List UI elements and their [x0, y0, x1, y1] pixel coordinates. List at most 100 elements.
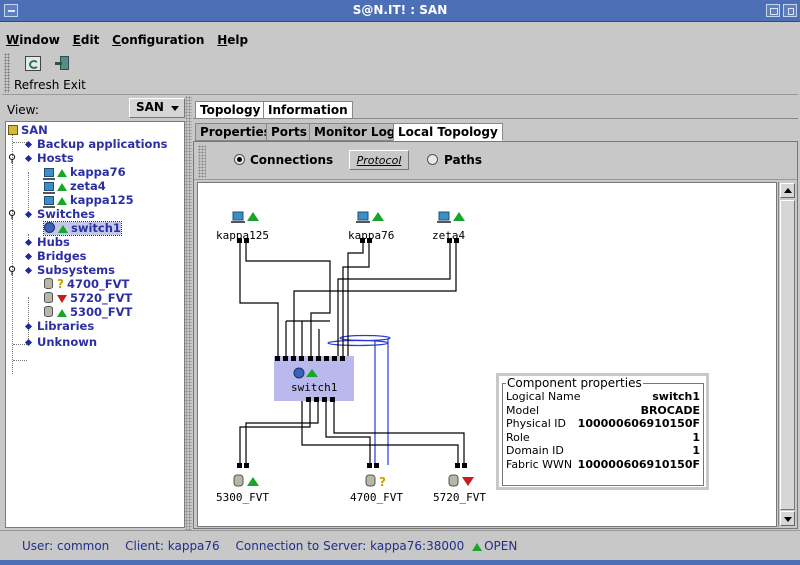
bullet-icon: [24, 238, 33, 247]
tab-information[interactable]: Information: [263, 101, 353, 119]
tree-item-unknown[interactable]: Unknown: [24, 336, 97, 349]
status-client: kappa76: [167, 539, 220, 553]
component-tree[interactable]: SAN Backup applications ⚲ Hosts kappa76 …: [5, 121, 185, 528]
split-pane-divider[interactable]: [185, 96, 192, 530]
view-mode-bar: Connections Protocol Paths: [194, 142, 797, 180]
tree-item-subsystems[interactable]: Subsystems: [24, 264, 115, 277]
topology-switch-label[interactable]: switch1: [291, 381, 337, 394]
tree-item-backup-applications[interactable]: Backup applications: [24, 138, 167, 151]
topology-host-label[interactable]: zeta4: [432, 229, 465, 242]
switch-node-box[interactable]: [274, 356, 354, 401]
connection-status-icon: [472, 543, 483, 551]
storage-icon: [44, 306, 53, 317]
tree-host-item[interactable]: kappa76: [43, 166, 126, 180]
tree-item-libraries[interactable]: Libraries: [24, 320, 94, 333]
toolbar-grip[interactable]: [4, 53, 10, 93]
tree-subsystem-item[interactable]: 5720_FVT: [44, 292, 132, 305]
status-up-icon: [57, 197, 67, 205]
paths-label[interactable]: Paths: [444, 153, 482, 167]
connections-label[interactable]: Connections: [250, 153, 333, 167]
view-select-value: SAN: [136, 100, 164, 114]
connections-radio[interactable]: [234, 154, 245, 165]
storage-icon: [44, 278, 53, 289]
scroll-up-icon[interactable]: [780, 183, 795, 198]
topology-host-label[interactable]: kappa125: [216, 229, 269, 242]
status-up-icon: [57, 309, 67, 317]
status-server-label: Connection to Server:: [235, 539, 367, 553]
topology-subsystem-label[interactable]: 5300_FVT: [216, 491, 269, 504]
topology-host-label[interactable]: kappa76: [348, 229, 394, 242]
tree-item-switches[interactable]: Switches: [24, 208, 95, 221]
expand-switches-icon[interactable]: ⚲: [8, 208, 16, 221]
tab-local-topology[interactable]: Local Topology: [393, 123, 503, 141]
status-user-label: User:: [22, 539, 54, 553]
tab-monitor-log[interactable]: Monitor Log: [309, 123, 401, 141]
scroll-thumb[interactable]: [780, 200, 795, 510]
component-properties-title: Component properties: [507, 376, 642, 390]
menu-edit[interactable]: Edit: [73, 33, 100, 47]
scroll-down-icon[interactable]: [780, 511, 795, 526]
menu-window[interactable]: Window: [6, 33, 60, 47]
status-unknown-icon: ?: [57, 277, 64, 291]
property-row: Physical ID 100000606910150F: [506, 417, 700, 430]
property-row: Model BROCADE: [506, 403, 700, 417]
title-bar: S@N.IT! : SAN: [0, 0, 800, 22]
expand-subsystems-icon[interactable]: ⚲: [8, 264, 16, 277]
left-panel: View: SAN SAN Backup applications ⚲ Host…: [5, 98, 185, 528]
tab-ports[interactable]: Ports: [266, 123, 312, 141]
menu-help[interactable]: Help: [217, 33, 248, 47]
bullet-icon: [24, 322, 33, 331]
view-label: View:: [7, 103, 39, 117]
status-server: kappa76:38000: [370, 539, 465, 553]
subsystem-node-icons[interactable]: ?: [233, 474, 474, 489]
tree-root[interactable]: SAN: [8, 124, 48, 137]
status-user: common: [57, 539, 110, 553]
status-up-icon: [57, 183, 67, 191]
close-icon[interactable]: [783, 4, 797, 17]
property-row: Fabric WWN 100000606910150F: [506, 457, 700, 471]
vertical-scrollbar[interactable]: [778, 182, 795, 527]
storage-icon: [44, 292, 53, 303]
local-topology-panel: Connections Protocol Paths ? kappa125 ka…: [193, 141, 798, 529]
san-icon: [8, 125, 18, 135]
window-title: S@N.IT! : SAN: [352, 3, 448, 17]
connection-links: [239, 241, 465, 465]
host-icon: [43, 168, 55, 180]
tree-subsystem-item[interactable]: 5300_FVT: [44, 306, 132, 319]
bullet-icon: [24, 210, 33, 219]
tree-item-hubs[interactable]: Hubs: [24, 236, 70, 249]
radio-bar-grip[interactable]: [198, 145, 206, 178]
property-row: Logical Name switch1: [506, 390, 700, 403]
protocol-button[interactable]: Protocol: [349, 150, 409, 170]
expand-hosts-icon[interactable]: ⚲: [8, 152, 16, 165]
status-state: OPEN: [484, 539, 518, 553]
maximize-icon[interactable]: [766, 4, 780, 17]
tab-topology[interactable]: Topology: [195, 101, 266, 119]
tree-subsystem-item[interactable]: ? 4700_FVT: [44, 278, 129, 291]
tree-item-hosts[interactable]: Hosts: [24, 152, 74, 165]
status-up-icon: [58, 225, 68, 233]
topology-canvas[interactable]: ? kappa125 kappa76 zeta4 switch1 5300_FV…: [197, 182, 777, 527]
paths-radio[interactable]: [427, 154, 438, 165]
bullet-icon: [24, 140, 33, 149]
tree-item-bridges[interactable]: Bridges: [24, 250, 87, 263]
host-icon: [43, 196, 55, 208]
refresh-icon[interactable]: [25, 56, 41, 71]
exit-button[interactable]: Exit: [63, 78, 86, 92]
topology-subsystem-label[interactable]: 4700_FVT: [350, 491, 403, 504]
tab-properties[interactable]: Properties: [195, 123, 276, 141]
topology-subsystem-label[interactable]: 5720_FVT: [433, 491, 486, 504]
chevron-down-icon: [171, 106, 179, 111]
tree-host-item[interactable]: kappa125: [43, 194, 134, 208]
exit-icon[interactable]: [55, 56, 71, 71]
tree-switch-item[interactable]: switch1: [43, 221, 122, 236]
refresh-button[interactable]: Refresh: [14, 78, 59, 92]
status-down-icon: [57, 295, 67, 303]
switch-icon: [44, 222, 55, 233]
tree-host-item[interactable]: zeta4: [43, 180, 106, 194]
view-select[interactable]: SAN: [129, 98, 185, 118]
status-client-label: Client:: [125, 539, 164, 553]
host-node-icons[interactable]: [231, 211, 465, 223]
menu-configuration[interactable]: Configuration: [112, 33, 204, 47]
host-icon: [43, 182, 55, 194]
